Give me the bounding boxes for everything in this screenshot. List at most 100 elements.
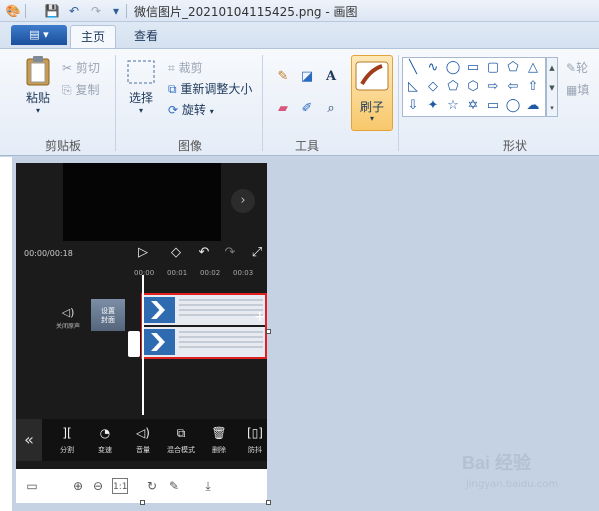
keyframe-icon[interactable]: ◇ <box>168 245 184 261</box>
canvas-image[interactable]: › 00:00/00:18 ▷ ◇ ↶ ↷ ⤢ 00:00 00:01 00:0… <box>16 163 267 503</box>
chevron-down-icon: ▾ <box>138 106 143 115</box>
polygon-shape-icon[interactable]: ⬠ <box>505 60 521 76</box>
select-rectangle-icon <box>127 60 155 84</box>
separator <box>25 4 26 18</box>
redo-icon[interactable]: ↷ <box>88 3 104 19</box>
window-title: 微信图片_20210104115425.png - 画图 <box>134 5 358 19</box>
eraser-icon[interactable]: ▰ <box>273 99 293 119</box>
group-separator <box>262 55 263 151</box>
shapes-gallery: ╲ ∿ ◯ ▭ ▢ ⬠ △ ◺ ◇ ⬠ ⬡ ⇨ ⇦ ⇧ ⇩ ✦ ☆ ✡ ▭ ◯ … <box>402 57 546 117</box>
triangle-shape-icon[interactable]: △ <box>525 60 541 76</box>
brushes-button[interactable]: 刷子 ▾ <box>351 55 393 131</box>
crop-button[interactable]: ⌗ 裁剪 <box>168 59 203 76</box>
volume-button[interactable]: ◁) 音量 <box>126 425 160 455</box>
speed-button[interactable]: ◔ 变速 <box>88 425 122 455</box>
selection-highlight <box>141 293 267 359</box>
right-triangle-shape-icon[interactable]: ◺ <box>405 79 421 95</box>
watermark-url: jingyan.baidu.com <box>466 479 559 490</box>
resize-icon: ⧉ <box>168 82 177 96</box>
select-button[interactable]: 选择 ▾ <box>124 59 158 115</box>
resize-handle-corner[interactable] <box>266 500 271 505</box>
blend-mode-label: 混合模式 <box>167 446 195 454</box>
left-arrow-shape-icon[interactable]: ⇦ <box>505 79 521 95</box>
play-icon[interactable]: ▷ <box>135 245 151 261</box>
undo-icon[interactable]: ↶ <box>196 245 212 261</box>
right-arrow-shape-icon[interactable]: ⇨ <box>485 79 501 95</box>
anti-shake-button[interactable]: [▯] 防抖 <box>238 425 272 455</box>
playback-time: 00:00/00:18 <box>24 249 73 258</box>
undo-icon[interactable]: ↶ <box>66 3 82 19</box>
pentagon-shape-icon[interactable]: ⬠ <box>445 79 461 95</box>
title-bar: 🎨 💾 ↶ ↷ ▾ 微信图片_20210104115425.png - 画图 <box>0 0 599 22</box>
save-icon[interactable]: 💾 <box>44 3 60 19</box>
split-icon: ][ <box>62 426 72 440</box>
four-point-star-shape-icon[interactable]: ✦ <box>425 98 441 114</box>
delete-button[interactable]: 🗑 删除 <box>202 425 236 455</box>
group-label-clipboard: 剪贴板 <box>44 139 81 153</box>
rounded-rectangle-shape-icon[interactable]: ▢ <box>485 60 501 76</box>
resize-handle-right[interactable] <box>266 329 271 334</box>
text-tool-icon[interactable]: A <box>321 67 341 87</box>
split-button[interactable]: ][ 分割 <box>50 425 84 455</box>
add-clip-button[interactable]: + <box>254 309 266 325</box>
rotate-button[interactable]: ⟳ 旋转 ▾ <box>168 101 214 118</box>
canvas-size-icon: ▭ <box>26 479 38 493</box>
color-picker-icon[interactable]: ✐ <box>297 99 317 119</box>
five-point-star-shape-icon[interactable]: ☆ <box>445 98 461 114</box>
fullscreen-icon[interactable]: ⤢ <box>249 245 265 261</box>
six-point-star-shape-icon[interactable]: ✡ <box>465 98 481 114</box>
collapse-icon[interactable]: « <box>16 419 42 461</box>
resize-button[interactable]: ⧉ 重新调整大小 <box>168 80 252 97</box>
next-chevron-icon[interactable]: › <box>231 189 255 213</box>
mute-original-button[interactable]: ◁) 关闭原声 <box>56 305 80 330</box>
cloud-callout-shape-icon[interactable]: ☁ <box>525 98 541 114</box>
diamond-shape-icon[interactable]: ◇ <box>425 79 441 95</box>
pencil-icon[interactable]: ✎ <box>273 67 293 87</box>
group-label-shapes: 形状 <box>502 139 527 153</box>
down-arrow-shape-icon[interactable]: ⇩ <box>405 98 421 114</box>
up-arrow-shape-icon[interactable]: ⇧ <box>525 79 541 95</box>
blend-mode-button[interactable]: ⧉ 混合模式 <box>164 425 198 455</box>
line-shape-icon[interactable]: ╲ <box>405 60 421 76</box>
rectangle-shape-icon[interactable]: ▭ <box>465 60 481 76</box>
curve-shape-icon[interactable]: ∿ <box>425 60 441 76</box>
clipboard-icon <box>26 56 50 86</box>
brush-icon <box>355 61 389 91</box>
chevron-down-icon: ▾ <box>35 106 40 115</box>
magnifier-icon[interactable]: ⌕ <box>321 99 341 119</box>
copy-button[interactable]: ⎘ 复制 <box>62 81 99 98</box>
zoom-out-icon[interactable]: ⊖ <box>90 478 106 494</box>
timeline-tick: 00:01 <box>167 269 188 277</box>
rotate-view-icon[interactable]: ↻ <box>144 478 160 494</box>
set-cover-button[interactable]: 设置 封面 <box>91 299 125 331</box>
resize-handle-bottom[interactable] <box>140 500 145 505</box>
tab-home[interactable]: 主页 <box>70 25 117 48</box>
edit-pen-icon[interactable]: ✎ <box>166 478 182 494</box>
app-menu-button[interactable]: ▤ ▾ <box>11 25 67 45</box>
paste-button[interactable]: 粘贴 ▾ <box>18 55 58 115</box>
cut-button[interactable]: ✂ 剪切 <box>62 59 100 76</box>
customize-quick-access-icon[interactable]: ▾ <box>108 3 124 19</box>
separator <box>126 4 127 18</box>
paint-app-icon[interactable]: 🎨 <box>5 3 21 19</box>
actual-size-icon[interactable]: 1:1 <box>112 478 128 494</box>
timeline-track[interactable]: ◁) 关闭原声 设置 封面 + <box>16 275 267 419</box>
rounded-callout-shape-icon[interactable]: ▭ <box>485 98 501 114</box>
brushes-label: 刷子 <box>359 100 384 114</box>
timeline-tick: 00:03 <box>233 269 254 277</box>
oval-callout-shape-icon[interactable]: ◯ <box>505 98 521 114</box>
clip-trim-handle[interactable] <box>128 331 140 357</box>
fill-bucket-icon[interactable]: ◪ <box>297 67 317 87</box>
volume-icon: ◁) <box>136 426 150 440</box>
fill-button[interactable]: ▦填 <box>566 81 589 98</box>
redo-icon[interactable]: ↷ <box>222 245 238 261</box>
edit-toolbar: « ][ 分割 ◔ 变速 ◁) 音量 ⧉ 混合模式 🗑 删除 [▯] 防抖 <box>16 419 267 461</box>
tab-view[interactable]: 查看 <box>124 25 168 48</box>
playhead[interactable] <box>142 275 144 415</box>
download-icon[interactable]: ⤓ <box>200 478 216 494</box>
shapes-scrollbar[interactable]: ▲ ▼ ▾ <box>546 57 558 117</box>
zoom-in-icon[interactable]: ⊕ <box>70 478 86 494</box>
oval-shape-icon[interactable]: ◯ <box>445 60 461 76</box>
hexagon-shape-icon[interactable]: ⬡ <box>465 79 481 95</box>
outline-button[interactable]: ✎轮 <box>566 59 588 76</box>
